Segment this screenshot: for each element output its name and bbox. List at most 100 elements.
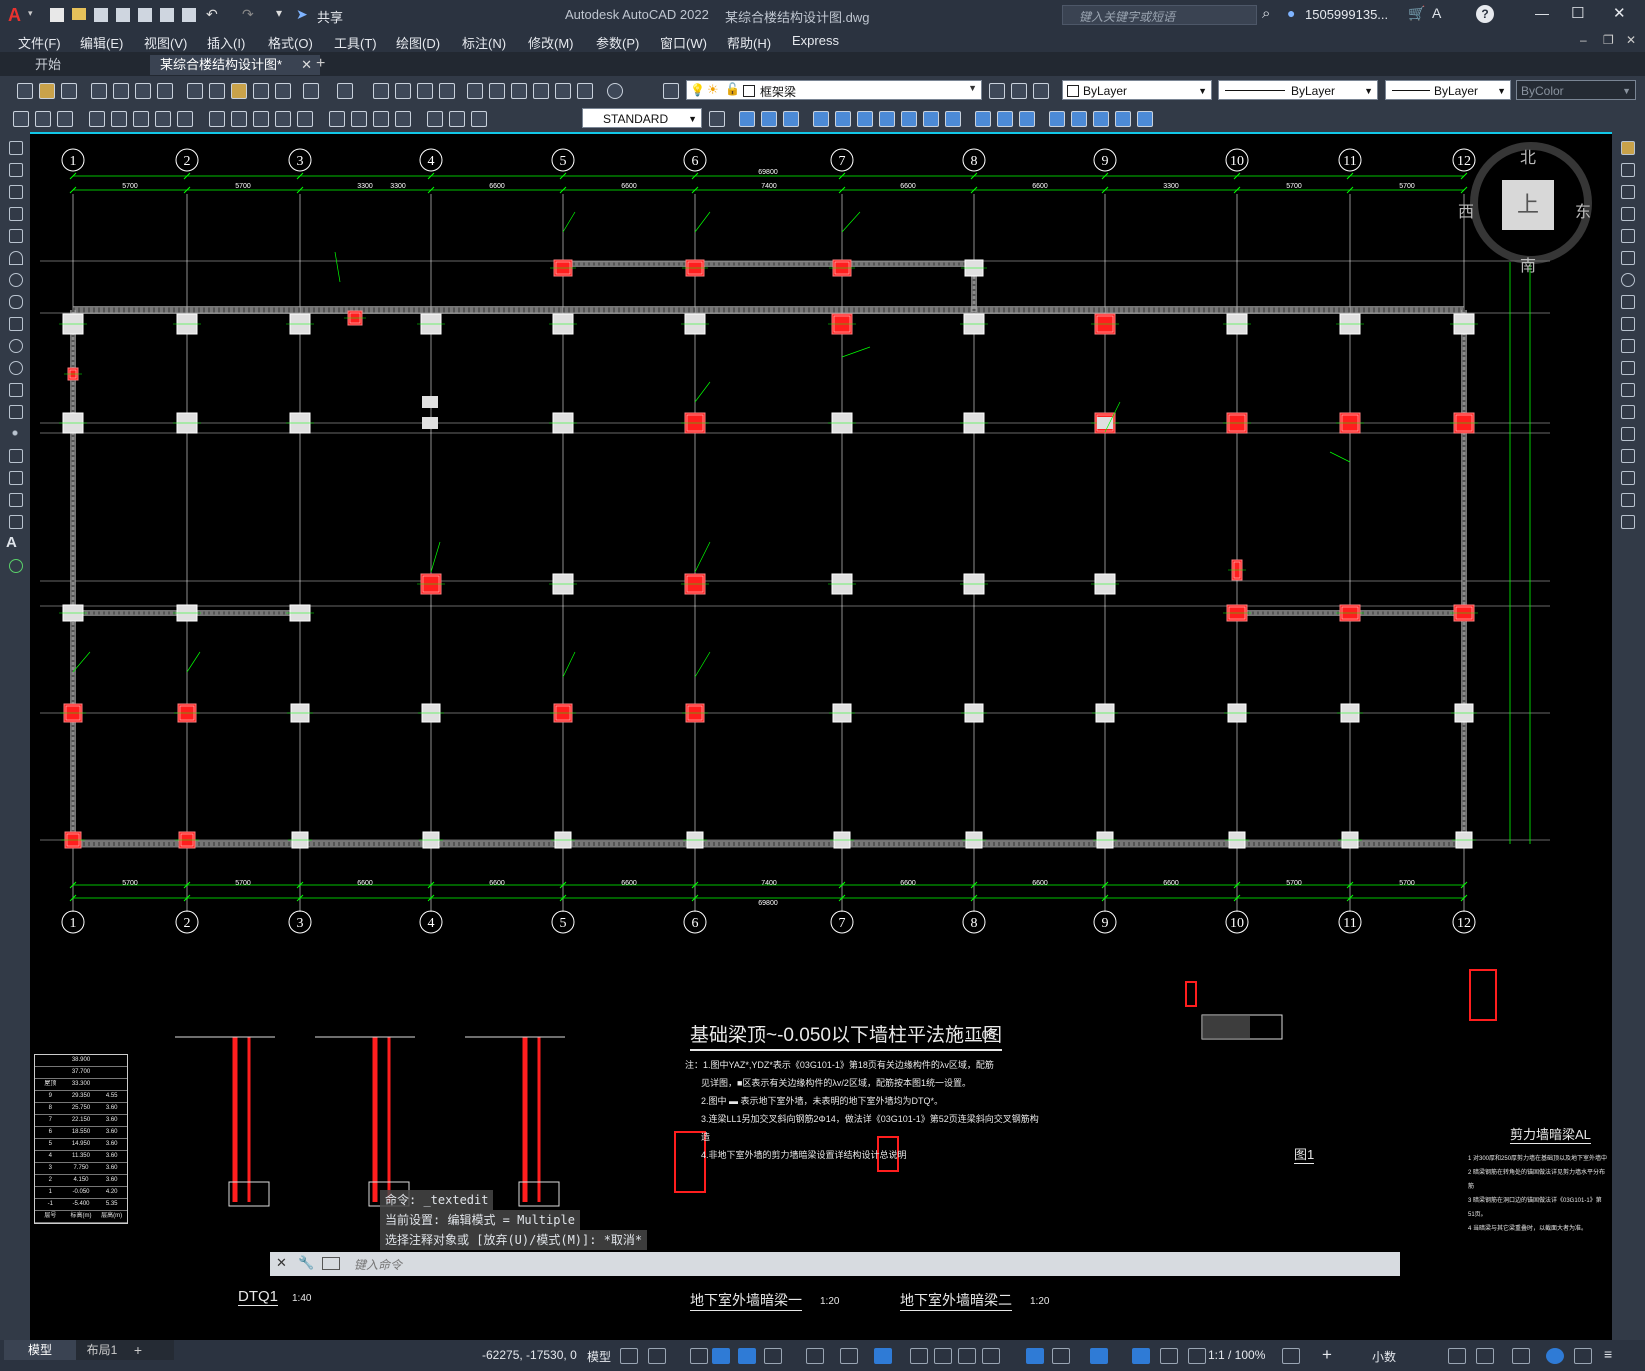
join-icon[interactable] xyxy=(1618,424,1636,442)
customization-menu-icon[interactable]: ≡ xyxy=(1604,1346,1612,1362)
zoom-previous-icon[interactable] xyxy=(436,80,456,100)
tab-drawing[interactable]: 某综合楼结构设计图* ✕ xyxy=(150,55,320,75)
chevron-down-icon[interactable]: ▼ xyxy=(688,109,697,129)
explode-icon[interactable] xyxy=(1618,512,1636,530)
doc-minimize-button[interactable]: – xyxy=(1580,33,1587,47)
array-icon[interactable] xyxy=(1068,108,1088,128)
pan-icon[interactable] xyxy=(370,80,390,100)
command-line[interactable]: ✕ 🔧 键入命令 xyxy=(270,1252,1400,1276)
add-selected-icon[interactable] xyxy=(6,556,24,574)
viewcube-south[interactable]: 南 xyxy=(1520,252,1536,276)
publish-3d-icon[interactable] xyxy=(154,80,174,100)
open-icon[interactable] xyxy=(36,80,56,100)
minimize-button[interactable]: — xyxy=(1535,5,1549,21)
make-current-icon[interactable] xyxy=(986,80,1006,100)
chevron-down-icon[interactable]: ▼ xyxy=(1364,81,1373,101)
rotate-icon[interactable] xyxy=(832,108,852,128)
quick-properties-icon[interactable] xyxy=(1448,1348,1466,1364)
rectangle-icon[interactable] xyxy=(6,226,24,244)
workspace-gear-icon[interactable] xyxy=(1282,1348,1300,1364)
construction-line-icon[interactable] xyxy=(6,160,24,178)
menu-format[interactable]: 格式(O) xyxy=(268,33,313,52)
viewcube-west[interactable]: 西 xyxy=(1458,198,1474,222)
new-icon[interactable] xyxy=(14,80,34,100)
menu-express[interactable]: Express xyxy=(792,33,839,48)
menu-help[interactable]: 帮助(H) xyxy=(727,33,771,52)
tab-layout1[interactable]: 布局1 xyxy=(78,1340,126,1360)
copy-object-icon[interactable] xyxy=(736,108,756,128)
dim-style-icon[interactable] xyxy=(706,108,726,128)
layer-previous-icon[interactable] xyxy=(1008,80,1028,100)
circle-icon[interactable] xyxy=(6,270,24,288)
zoom-realtime-icon[interactable] xyxy=(392,80,412,100)
recent-commands-icon[interactable] xyxy=(322,1257,340,1270)
app-menu-chevron-icon[interactable]: ▾ xyxy=(28,8,33,19)
redo-icon[interactable] xyxy=(334,80,354,100)
auto-scale-icon[interactable] xyxy=(1160,1348,1178,1364)
new-layout-button[interactable]: + xyxy=(128,1340,148,1360)
customize-command-icon[interactable]: 🔧 xyxy=(298,1255,314,1271)
dim-radius-icon[interactable] xyxy=(108,108,128,128)
infer-constraints-icon[interactable] xyxy=(690,1348,708,1364)
dim-edit-icon[interactable] xyxy=(424,108,444,128)
transparency-icon[interactable] xyxy=(934,1348,952,1364)
selection-filter-icon[interactable] xyxy=(1052,1348,1070,1364)
lineweight-combo[interactable]: ByLayer ▼ xyxy=(1385,80,1511,100)
menu-insert[interactable]: 插入(I) xyxy=(207,33,245,52)
save-web-icon[interactable] xyxy=(160,8,174,22)
line-icon[interactable] xyxy=(6,138,24,156)
chamfer-icon[interactable] xyxy=(1618,446,1636,464)
match-properties-icon[interactable] xyxy=(250,80,270,100)
gizmo-icon[interactable] xyxy=(1090,1348,1108,1364)
menu-dimension[interactable]: 标注(N) xyxy=(462,33,506,52)
dim-update-icon[interactable] xyxy=(468,108,488,128)
spline-icon[interactable] xyxy=(6,314,24,332)
search-icon[interactable]: ⌕ xyxy=(1262,5,1270,22)
lock-ui-icon[interactable] xyxy=(1476,1348,1494,1364)
dim-arc-icon[interactable] xyxy=(54,108,74,128)
dim-linear-icon[interactable] xyxy=(10,108,30,128)
search-input[interactable]: 键入关键字或短语 xyxy=(1062,5,1257,25)
region-icon[interactable] xyxy=(6,490,24,508)
drawing-canvas[interactable]: 1 1 2 2 3 3 4 4 5 5 6 6 7 7 8 8 9 9 10 10 11 11 12 12 5700 5700 33… xyxy=(30,132,1612,1340)
new-tab-button[interactable]: + xyxy=(316,55,325,73)
menu-edit[interactable]: 编辑(E) xyxy=(80,33,123,52)
doc-restore-button[interactable]: ❐ xyxy=(1603,33,1614,47)
cut-icon[interactable] xyxy=(184,80,204,100)
share-button[interactable]: 共享 xyxy=(317,7,343,26)
chevron-down-icon[interactable]: ▼ xyxy=(1198,81,1207,101)
break-icon[interactable] xyxy=(942,108,962,128)
dim-aligned-icon[interactable] xyxy=(32,108,52,128)
help-icon[interactable] xyxy=(604,80,624,100)
undo-icon[interactable]: ↶ xyxy=(206,6,218,23)
ellipse-arc-icon[interactable] xyxy=(6,358,24,376)
selection-cycling-icon[interactable] xyxy=(958,1348,976,1364)
dynamic-input-icon[interactable] xyxy=(712,1348,730,1364)
menu-draw[interactable]: 绘图(D) xyxy=(396,33,440,52)
layer-lock-icon[interactable]: 🔓 xyxy=(725,82,740,96)
erase-icon[interactable] xyxy=(1618,138,1636,156)
array-icon[interactable] xyxy=(1618,226,1636,244)
menu-window[interactable]: 窗口(W) xyxy=(660,33,707,52)
jogged-linear-icon[interactable] xyxy=(392,108,412,128)
scale-icon[interactable] xyxy=(854,108,874,128)
fillet-icon[interactable] xyxy=(1618,468,1636,486)
calculator-icon[interactable] xyxy=(574,80,594,100)
trim-icon[interactable] xyxy=(1618,336,1636,354)
coordinates-readout[interactable]: -62275, -17530, 0 xyxy=(482,1348,577,1362)
cart-icon[interactable]: 🛒 xyxy=(1408,5,1425,22)
mirror-icon[interactable] xyxy=(758,108,778,128)
revision-cloud-icon[interactable] xyxy=(6,292,24,310)
undo-icon[interactable] xyxy=(300,80,320,100)
3d-osnap-icon[interactable] xyxy=(982,1348,1000,1364)
dim-continue-icon[interactable] xyxy=(250,108,270,128)
help-icon[interactable]: ? xyxy=(1476,5,1494,23)
table-icon[interactable] xyxy=(6,512,24,530)
dim-text-edit-icon[interactable] xyxy=(446,108,466,128)
join-icon[interactable] xyxy=(1016,108,1036,128)
plot-icon[interactable] xyxy=(182,8,196,22)
publish-icon[interactable] xyxy=(132,80,152,100)
chevron-down-icon[interactable]: ▼ xyxy=(968,83,977,93)
design-center-icon[interactable] xyxy=(486,80,506,100)
extend-icon[interactable] xyxy=(920,108,940,128)
